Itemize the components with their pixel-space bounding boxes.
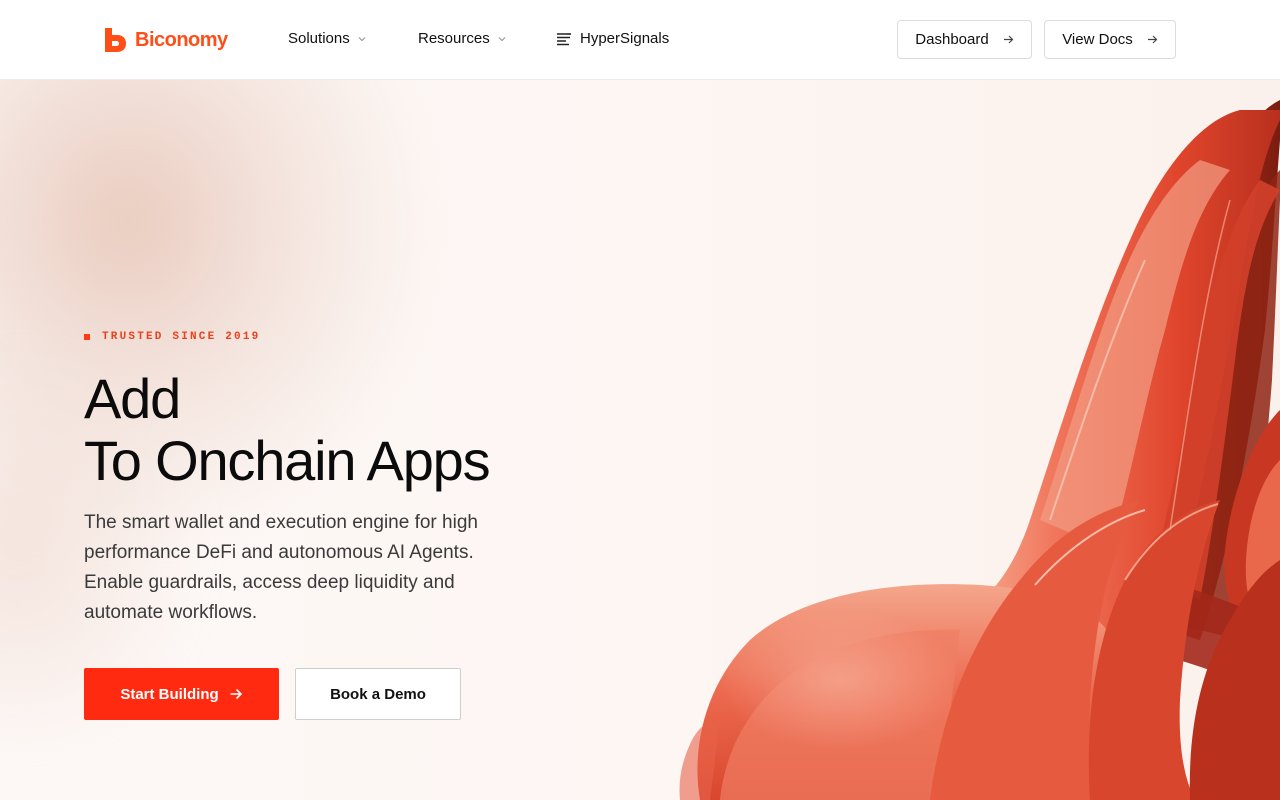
hero-3d-sculpture-image	[679, 100, 1280, 800]
hero-headline: Add To Onchain Apps	[84, 367, 491, 492]
chevron-down-icon	[358, 36, 366, 41]
top-nav: Biconomy Solutions Resources HyperSignal…	[0, 0, 1280, 80]
arrow-right-icon	[1003, 35, 1014, 44]
nav-solutions-label: Solutions	[288, 30, 350, 47]
nav-hypersignals[interactable]: HyperSignals	[556, 30, 669, 47]
nav-solutions[interactable]: Solutions	[288, 30, 368, 47]
dashboard-button-label: Dashboard	[915, 31, 989, 48]
hero-description: The smart wallet and execution engine fo…	[84, 512, 478, 623]
dashboard-button[interactable]: Dashboard	[897, 20, 1032, 59]
biconomy-logo-icon	[105, 28, 126, 52]
start-building-label: Start Building	[120, 685, 219, 703]
hypersignals-icon	[557, 32, 571, 45]
eyebrow-square-icon	[84, 334, 90, 340]
trusted-since-eyebrow: TRUSTED SINCE 2019	[84, 331, 260, 343]
headline-line-2: To Onchain Apps	[84, 429, 491, 492]
nav-resources[interactable]: Resources	[418, 30, 508, 47]
nav-hypersignals-label: HyperSignals	[580, 30, 670, 47]
brand-logo[interactable]: Biconomy	[103, 26, 228, 54]
brand-name: Biconomy	[135, 28, 228, 51]
arrow-right-icon	[1147, 35, 1158, 44]
nav-resources-label: Resources	[418, 30, 490, 47]
start-building-button[interactable]: Start Building	[84, 668, 279, 720]
view-docs-button[interactable]: View Docs	[1044, 20, 1176, 59]
arrow-right-icon	[230, 688, 242, 700]
eyebrow-text: TRUSTED SINCE 2019	[102, 331, 261, 343]
book-demo-label: Book a Demo	[330, 685, 426, 703]
page: Biconomy Solutions Resources HyperSignal…	[0, 0, 1280, 800]
chevron-down-icon	[498, 36, 506, 41]
hero-section: TRUSTED SINCE 2019 Add To Onchain Apps T…	[0, 80, 1280, 800]
view-docs-button-label: View Docs	[1062, 31, 1133, 48]
book-demo-button[interactable]: Book a Demo	[295, 668, 461, 720]
headline-line-1: Add	[84, 367, 181, 430]
